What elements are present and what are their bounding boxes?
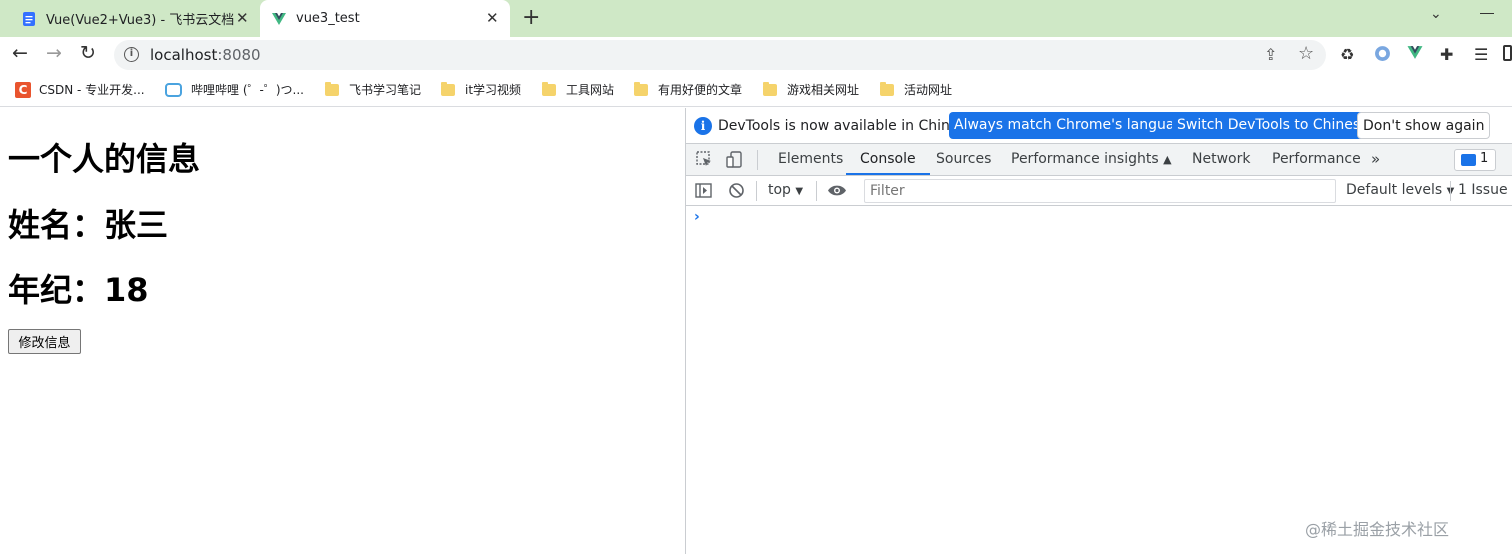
more-tabs-icon[interactable]: » — [1371, 144, 1380, 175]
bookmark-label: 工具网站 — [566, 83, 615, 97]
eye-icon[interactable] — [827, 182, 847, 199]
forward-icon[interactable]: → — [46, 42, 62, 64]
bookmark-label: it学习视频 — [465, 83, 522, 97]
site-info-icon[interactable]: i — [124, 47, 139, 62]
tab-vue3-test[interactable]: vue3_test ✕ — [260, 0, 510, 37]
doc-icon — [23, 11, 35, 26]
bookmark-star-icon[interactable]: ☆ — [1298, 43, 1314, 64]
console-filter-input[interactable] — [864, 179, 1336, 203]
new-tab-button[interactable]: + — [522, 5, 540, 30]
back-icon[interactable]: ← — [12, 42, 28, 64]
folder-icon — [542, 81, 556, 96]
person-age: 年纪：18 — [8, 271, 149, 309]
share-icon[interactable]: ⇪ — [1264, 45, 1277, 64]
bookmark-csdn[interactable]: C CSDN - 专业开发... — [15, 81, 145, 98]
page-title: 一个人的信息 — [8, 140, 201, 178]
address-bar[interactable]: i localhost:8080 ⇪ ☆ — [114, 40, 1326, 70]
person-name: 姓名：张三 — [8, 206, 169, 244]
inspect-element-icon[interactable] — [696, 151, 713, 168]
recycle-extension-icon[interactable]: ♻ — [1340, 45, 1354, 64]
folder-icon — [441, 81, 455, 96]
folder-icon — [325, 81, 339, 96]
sidebar-toggle-icon[interactable] — [695, 182, 712, 199]
bookmark-folder-it-videos[interactable]: it学习视频 — [441, 81, 521, 98]
dropdown-arrow-icon: ▼ — [795, 186, 804, 197]
tab-title: vue3_test — [296, 11, 360, 26]
close-icon[interactable]: ✕ — [486, 9, 499, 27]
vue-icon — [272, 12, 286, 25]
bookmark-folder-events[interactable]: 活动网址 — [880, 81, 952, 98]
vue-devtools-icon[interactable] — [1407, 45, 1423, 60]
separator — [757, 150, 758, 170]
device-toolbar-icon[interactable] — [726, 151, 743, 168]
bookmark-label: 活动网址 — [904, 83, 953, 97]
tab-sources[interactable]: Sources — [936, 144, 991, 175]
tab-network[interactable]: Network — [1192, 144, 1250, 175]
info-icon: i — [694, 117, 712, 135]
folder-icon — [763, 81, 777, 96]
reload-icon[interactable]: ↻ — [80, 42, 96, 64]
edit-info-button[interactable]: 修改信息 — [8, 329, 81, 354]
tab-title: Vue(Vue2+Vue3) - 飞书云文档 — [46, 13, 235, 28]
bilibili-icon — [165, 82, 182, 97]
console-prompt[interactable]: › — [694, 209, 700, 225]
experiment-icon: ▲ — [1163, 153, 1172, 166]
issues-link[interactable]: 1 Issue — [1458, 182, 1508, 198]
url-text[interactable]: localhost:8080 — [150, 46, 261, 64]
extension-circle-icon[interactable] — [1374, 45, 1391, 62]
clear-console-icon[interactable] — [728, 182, 745, 199]
bookmarks-bar: C CSDN - 专业开发... 哔哩哔哩 (゜-゜)つ... 飞书学习笔记 i… — [0, 73, 1512, 107]
bookmark-label: 有用好便的文章 — [658, 83, 743, 97]
page-viewport: 一个人的信息 姓名：张三 年纪：18 修改信息 — [0, 108, 685, 554]
issues-counter-button[interactable]: 1 — [1454, 149, 1496, 171]
match-language-button[interactable]: Always match Chrome's language — [949, 112, 1197, 139]
tab-elements[interactable]: Elements — [778, 144, 843, 175]
infobar-message: DevTools is now available in Chinese! — [718, 118, 980, 134]
bookmark-label: 哔哩哔哩 (゜-゜)つ... — [191, 83, 304, 97]
switch-to-chinese-button[interactable]: Switch DevTools to Chinese — [1172, 112, 1374, 139]
chevron-down-icon[interactable]: ⌄ — [1430, 6, 1442, 22]
devtools-tabbar: Elements Console Sources Performance ins… — [686, 144, 1512, 176]
bookmark-folder-tools[interactable]: 工具网站 — [542, 81, 614, 98]
csdn-icon: C — [15, 81, 31, 98]
bookmark-folder-games[interactable]: 游戏相关网址 — [763, 81, 859, 98]
bookmark-folder-articles[interactable]: 有用好便的文章 — [634, 81, 742, 98]
folder-icon — [634, 81, 648, 96]
context-selector[interactable]: top ▼ — [768, 182, 803, 198]
bookmark-folder-feishu-notes[interactable]: 飞书学习笔记 — [325, 81, 421, 98]
tab-feishu-doc[interactable]: Vue(Vue2+Vue3) - 飞书云文档 ✕ — [22, 0, 258, 37]
devtools-panel: i DevTools is now available in Chinese! … — [686, 108, 1512, 554]
tab-console[interactable]: Console — [846, 144, 930, 175]
language-infobar: i DevTools is now available in Chinese! … — [686, 108, 1512, 144]
browser-toolbar: ← → ↻ i localhost:8080 ⇪ ☆ ♻ ✚ ☰ — [0, 37, 1512, 73]
separator — [756, 181, 757, 201]
bookmark-bilibili[interactable]: 哔哩哔哩 (゜-゜)つ... — [165, 81, 304, 98]
bookmark-label: 飞书学习笔记 — [349, 83, 422, 97]
tab-performance-insights[interactable]: Performance insights ▲ — [1011, 144, 1172, 175]
dont-show-again-button[interactable]: Don't show again — [1357, 112, 1491, 139]
separator — [1450, 181, 1451, 201]
console-toolbar: top ▼ Default levels ▼ 1 Issue — [686, 176, 1512, 206]
bookmark-label: 游戏相关网址 — [787, 83, 860, 97]
side-panel-icon[interactable] — [1503, 45, 1512, 61]
log-levels-dropdown[interactable]: Default levels ▼ — [1346, 182, 1454, 198]
tab-strip: Vue(Vue2+Vue3) - 飞书云文档 ✕ vue3_test ✕ + ⌄ — [0, 0, 1512, 37]
puzzle-icon[interactable]: ✚ — [1440, 45, 1453, 64]
separator — [816, 181, 817, 201]
close-icon[interactable]: ✕ — [236, 9, 249, 27]
folder-icon — [880, 81, 894, 96]
watermark: @稀土掘金技术社区 — [1305, 520, 1450, 539]
minimize-icon[interactable] — [1480, 13, 1494, 14]
reading-list-icon[interactable]: ☰ — [1474, 45, 1488, 64]
tab-performance[interactable]: Performance — [1272, 144, 1361, 175]
message-bubble-icon — [1461, 154, 1476, 166]
bookmark-label: CSDN - 专业开发... — [39, 83, 145, 97]
issues-count: 1 — [1480, 151, 1489, 166]
